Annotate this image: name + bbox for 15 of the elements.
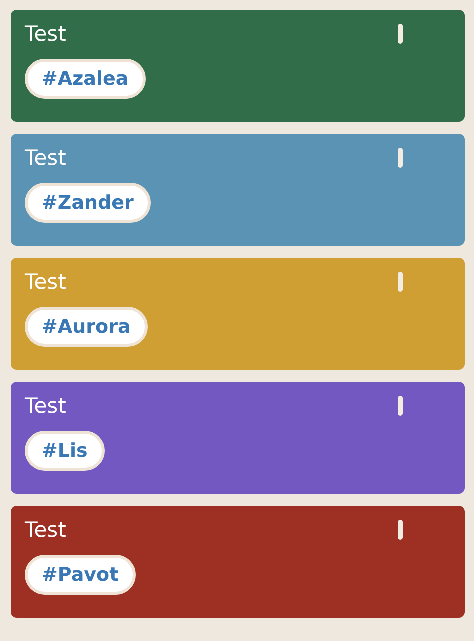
tag-chip[interactable]: #Pavot (25, 555, 136, 595)
handle-icon[interactable] (398, 520, 403, 540)
card-title: Test (25, 518, 66, 542)
handle-icon[interactable] (398, 396, 403, 416)
card-title: Test (25, 22, 66, 46)
card-title: Test (25, 394, 66, 418)
tag-chip[interactable]: #Azalea (25, 59, 146, 99)
tag-chip[interactable]: #Lis (25, 431, 105, 471)
tag-chip[interactable]: #Zander (25, 183, 151, 223)
handle-icon[interactable] (398, 148, 403, 168)
card-title: Test (25, 270, 66, 294)
tag-chip[interactable]: #Aurora (25, 307, 148, 347)
handle-icon[interactable] (398, 272, 403, 292)
card-title: Test (25, 146, 66, 170)
handle-icon[interactable] (398, 24, 403, 44)
